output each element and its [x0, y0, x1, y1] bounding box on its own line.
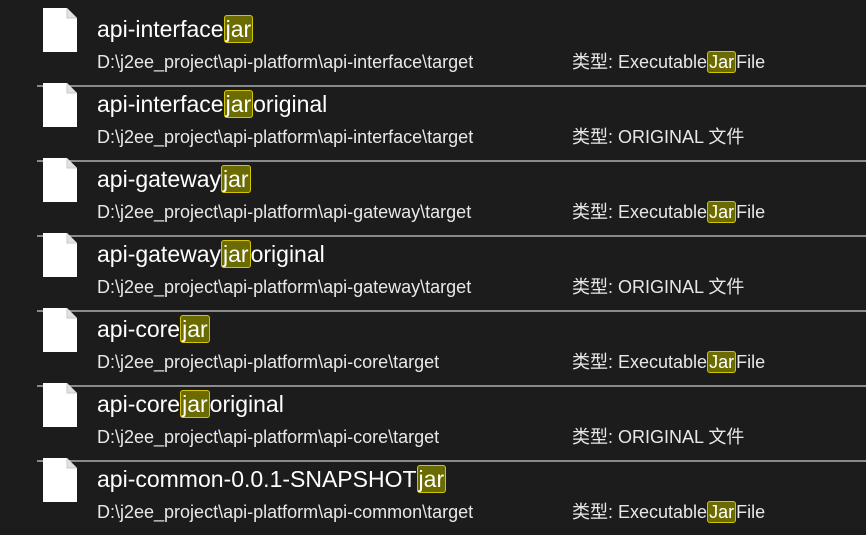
result-filename: api-corejar [97, 315, 210, 343]
search-match-highlight: jar [180, 390, 210, 418]
file-icon [43, 383, 77, 427]
file-icon [43, 233, 77, 277]
result-row[interactable]: api-corejar D:\j2ee_project\api-platform… [0, 300, 866, 374]
result-path: D:\j2ee_project\api-platform\api-core\ta… [97, 352, 440, 372]
result-path: D:\j2ee_project\api-platform\api-interfa… [97, 52, 474, 72]
result-path: D:\j2ee_project\api-platform\api-common\… [97, 502, 474, 522]
result-type: 类型: ORIGINAL 文件 [572, 127, 745, 147]
result-filename: api-common-0.0.1-SNAPSHOTjar [97, 465, 447, 493]
result-filename: api-interfacejaroriginal [97, 90, 328, 118]
result-type: 类型: Executable Jar File [572, 351, 766, 373]
result-path: D:\j2ee_project\api-platform\api-core\ta… [97, 427, 440, 447]
search-match-highlight: jar [223, 15, 254, 43]
result-path: D:\j2ee_project\api-platform\api-gateway… [97, 202, 472, 222]
result-row[interactable]: api-interfacejar D:\j2ee_project\api-pla… [0, 0, 866, 74]
result-path: D:\j2ee_project\api-platform\api-gateway… [97, 277, 472, 297]
search-match-highlight: jar [223, 90, 254, 118]
result-filename: api-gatewayjaroriginal [97, 240, 325, 268]
result-filename: api-corejaroriginal [97, 390, 284, 418]
result-type: 类型: ORIGINAL 文件 [572, 427, 745, 447]
search-match-highlight: Jar [707, 201, 737, 223]
search-match-highlight: jar [180, 315, 210, 343]
search-match-highlight: jar [221, 240, 251, 268]
search-match-highlight: Jar [707, 51, 737, 73]
result-row[interactable]: api-gatewayjaroriginal D:\j2ee_project\a… [0, 225, 866, 299]
search-results-list: api-interfacejar D:\j2ee_project\api-pla… [0, 0, 866, 535]
result-type: 类型: ORIGINAL 文件 [572, 277, 745, 297]
result-type: 类型: Executable Jar File [572, 501, 766, 523]
search-match-highlight: jar [221, 165, 251, 193]
result-row[interactable]: api-common-0.0.1-SNAPSHOTjar D:\j2ee_pro… [0, 450, 866, 524]
file-icon [43, 458, 77, 502]
result-type: 类型: Executable Jar File [572, 51, 766, 73]
result-path: D:\j2ee_project\api-platform\api-interfa… [97, 127, 474, 147]
file-icon [43, 308, 77, 352]
result-filename: api-interfacejar [97, 15, 254, 43]
search-match-highlight: Jar [707, 351, 737, 373]
result-type: 类型: Executable Jar File [572, 201, 766, 223]
result-row[interactable]: api-interfacejaroriginal D:\j2ee_project… [0, 75, 866, 149]
result-row[interactable]: api-gatewayjar D:\j2ee_project\api-platf… [0, 150, 866, 224]
file-icon [43, 8, 77, 52]
result-row[interactable]: api-corejaroriginal D:\j2ee_project\api-… [0, 375, 866, 449]
file-icon [43, 158, 77, 202]
search-match-highlight: Jar [707, 501, 737, 523]
file-icon [43, 83, 77, 127]
search-match-highlight: jar [416, 465, 447, 493]
result-filename: api-gatewayjar [97, 165, 251, 193]
